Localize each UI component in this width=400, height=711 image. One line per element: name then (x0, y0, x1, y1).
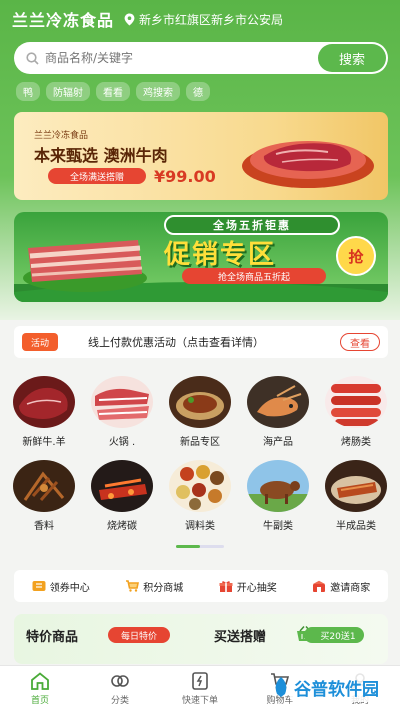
grab-button[interactable]: 抢 (336, 236, 376, 276)
activity-notice[interactable]: 活动 线上付款优惠活动（点击查看详情） 查看 (14, 326, 388, 358)
category-item[interactable]: 烧烤碳 (86, 460, 158, 532)
search-button[interactable]: 搜索 (318, 44, 386, 72)
tab-category[interactable]: 分类 (80, 666, 160, 711)
shop-name: 兰兰冷冻食品 (12, 11, 115, 30)
category-label: 烤肠类 (341, 437, 371, 448)
page-indicator-active (176, 545, 200, 548)
hot-tag[interactable]: 德 (186, 82, 210, 101)
category-label: 新品专区 (180, 437, 220, 448)
shortcut-lucky-draw[interactable]: 开心抽奖 (219, 579, 277, 594)
gift-icon (219, 580, 233, 592)
hot-search-tags: 鸭 防辐射 看看 鸡搜索 德 (16, 82, 210, 101)
promo-subtitle-button[interactable]: 抢全场商品五折起 (182, 268, 326, 284)
shortcut-bar: 领券中心 积分商城 开心抽奖 邀请商家 (14, 570, 388, 602)
notice-text: 线上付款优惠活动（点击查看详情） (88, 336, 264, 349)
pork-belly-image (23, 240, 147, 292)
hot-tag[interactable]: 鸭 (16, 82, 40, 101)
points-cart-icon (126, 580, 140, 592)
tab-home[interactable]: 首页 (0, 666, 80, 711)
category-page-indicator (176, 545, 224, 548)
shortcut-coupon-center[interactable]: 领券中心 (32, 579, 90, 594)
location-selector[interactable]: 新乡市红旗区新乡市公安局 (124, 11, 283, 28)
category-item[interactable]: 海产品 (242, 376, 314, 448)
search-input[interactable] (45, 51, 318, 65)
tab-label: 首页 (30, 695, 49, 706)
category-label: 海产品 (263, 437, 293, 448)
quick-order-icon (192, 671, 208, 690)
activity-badge: 活动 (22, 333, 58, 351)
category-label: 烧烤碳 (107, 521, 137, 532)
coupon-icon (32, 581, 46, 591)
spice-icon (13, 460, 75, 512)
shortcut-label: 积分商城 (143, 582, 184, 594)
hot-tag[interactable]: 防辐射 (46, 82, 90, 101)
tab-label: 分类 (110, 695, 129, 706)
category-item[interactable]: 烤肠类 (320, 376, 392, 448)
beef-steak-image (242, 141, 374, 188)
banner-title: 本来甄选 澳洲牛肉 (34, 146, 168, 165)
category-item[interactable]: 火锅 . (86, 376, 158, 448)
category-item[interactable]: 新鲜牛.羊 (8, 376, 80, 448)
view-details-button[interactable]: 查看 (340, 333, 380, 351)
category-label: 半成品类 (336, 521, 376, 532)
special-offers-title[interactable]: 特价商品 (26, 626, 78, 645)
banner-brand: 兰兰冷冻食品 (34, 131, 89, 141)
banner-gift-button[interactable]: 全场满送搭赠 (48, 168, 146, 184)
category-item[interactable]: 香料 (8, 460, 80, 532)
shortcut-invite-merchant[interactable]: 邀请商家 (312, 579, 370, 594)
hot-tag[interactable]: 鸡搜索 (136, 82, 180, 101)
app-header: 兰兰冷冻食品 新乡市红旗区新乡市公安局 (12, 8, 392, 30)
category-item[interactable]: 新品专区 (164, 376, 236, 448)
category-item[interactable]: 半成品类 (320, 460, 392, 532)
specials-section: 特价商品 每日特价 买送搭赠 买20送1 (14, 614, 388, 664)
beef-promo-banner[interactable]: 兰兰冷冻食品 本来甄选 澳洲牛肉 全场满送搭赠 ¥99.00 (14, 112, 388, 200)
beef-icon (13, 376, 75, 428)
category-item[interactable]: 牛副类 (242, 460, 314, 532)
banner-price: ¥99.00 (154, 167, 216, 186)
category-label: 火锅 . (108, 437, 136, 448)
search-bar: 搜索 (14, 42, 388, 74)
shortcut-points-mall[interactable]: 积分商城 (125, 579, 183, 594)
category-label: 调料类 (185, 521, 215, 532)
site-watermark: 谷普软件园 (272, 670, 392, 704)
daily-special-badge[interactable]: 每日特价 (108, 627, 170, 643)
watermark-text: 谷普软件园 (290, 672, 383, 702)
sausage-icon (325, 376, 387, 428)
category-icon (111, 674, 129, 687)
cattle-icon (247, 460, 309, 512)
shortcut-label: 邀请商家 (330, 582, 371, 594)
seasoning-icon (169, 460, 231, 512)
shortcut-label: 领券中心 (49, 582, 90, 594)
search-icon (26, 51, 39, 65)
category-label: 新鲜牛.羊 (22, 437, 66, 448)
tab-label: 快速下单 (181, 695, 218, 706)
category-label: 牛副类 (263, 521, 293, 532)
category-label: 香料 (34, 521, 54, 532)
location-pin-icon (124, 13, 135, 25)
charcoal-icon (91, 460, 153, 512)
semi-food-icon (325, 460, 387, 512)
promo-title: 促销专区 (164, 240, 277, 270)
location-text: 新乡市红旗区新乡市公安局 (139, 12, 284, 27)
shortcut-label: 开心抽奖 (236, 582, 277, 594)
new-dish-icon (169, 376, 231, 428)
hotpot-icon (91, 376, 153, 428)
hot-tag[interactable]: 看看 (96, 82, 130, 101)
invite-icon (313, 580, 326, 592)
promotion-zone-banner[interactable]: 全场五折钜惠 促销专区 抢全场商品五折起 抢 (14, 212, 388, 302)
tab-quick-order[interactable]: 快速下单 (160, 666, 240, 711)
seafood-icon (247, 376, 309, 428)
watermark-logo-icon (275, 677, 287, 697)
buy-get-badge[interactable]: 买20送1 (304, 627, 364, 643)
buy-get-gift-title[interactable]: 买送搭赠 (214, 626, 266, 645)
category-item[interactable]: 调料类 (164, 460, 236, 532)
home-icon (31, 671, 49, 690)
promo-ribbon: 全场五折钜惠 (164, 215, 340, 235)
